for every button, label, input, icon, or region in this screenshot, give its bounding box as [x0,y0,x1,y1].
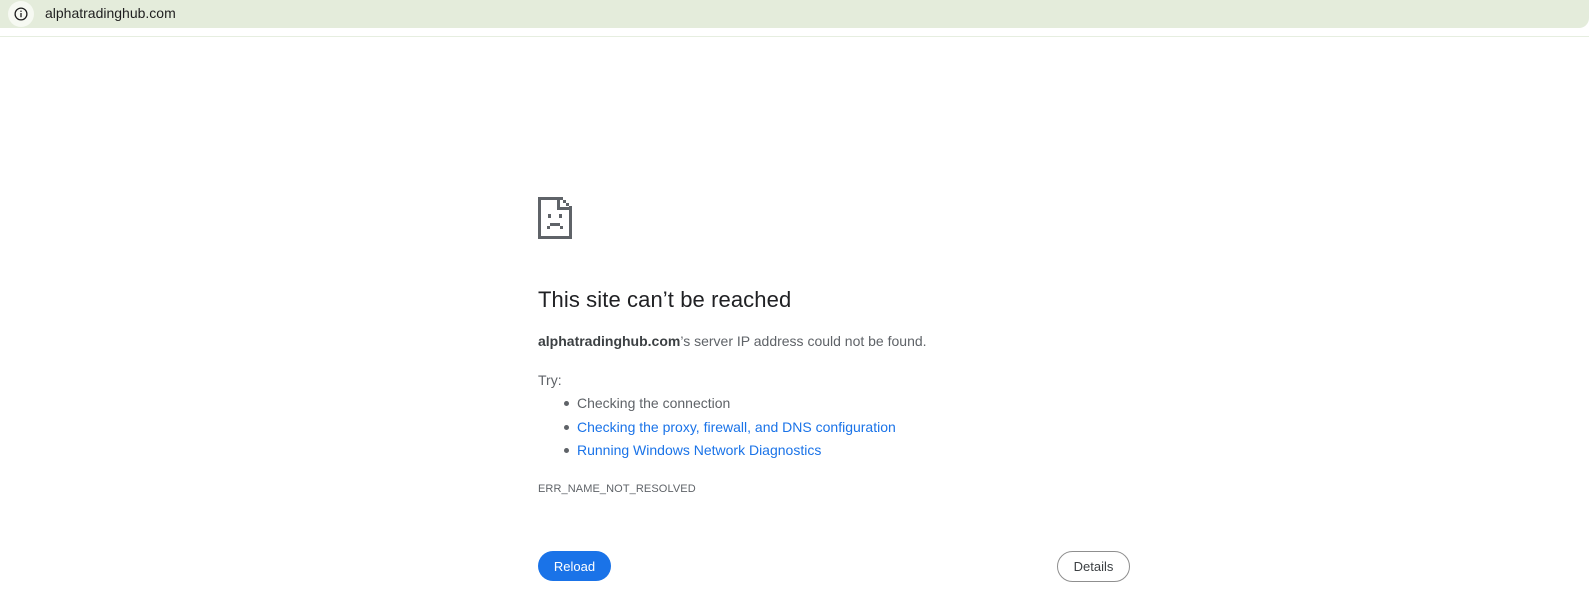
error-heading: This site can’t be reached [538,287,792,312]
reload-button[interactable]: Reload [538,551,611,581]
suggestions-list: Checking the connection Checking the pro… [538,393,896,464]
network-diagnostics-link[interactable]: Running Windows Network Diagnostics [577,442,821,458]
error-host: alphatradinghub.com [538,333,681,349]
error-code: ERR_NAME_NOT_RESOLVED [538,483,696,495]
address-bar[interactable]: alphatradinghub.com [0,0,1589,28]
suggestion-network-diagnostics[interactable]: Running Windows Network Diagnostics [564,440,896,460]
suggestion-check-proxy[interactable]: Checking the proxy, firewall, and DNS co… [564,417,896,437]
suggestion-label: Checking the connection [577,395,731,411]
error-summary-text: ’s server IP address could not be found. [680,333,927,349]
try-label: Try: [538,372,562,388]
error-summary: alphatradinghub.com’s server IP address … [538,331,927,351]
proxy-firewall-dns-link[interactable]: Checking the proxy, firewall, and DNS co… [577,419,896,435]
details-button[interactable]: Details [1057,551,1130,582]
toolbar-divider [0,36,1589,37]
info-icon[interactable] [8,1,34,27]
sad-page-icon [538,197,572,239]
suggestion-check-connection: Checking the connection [564,393,896,413]
url-text[interactable]: alphatradinghub.com [45,4,176,22]
